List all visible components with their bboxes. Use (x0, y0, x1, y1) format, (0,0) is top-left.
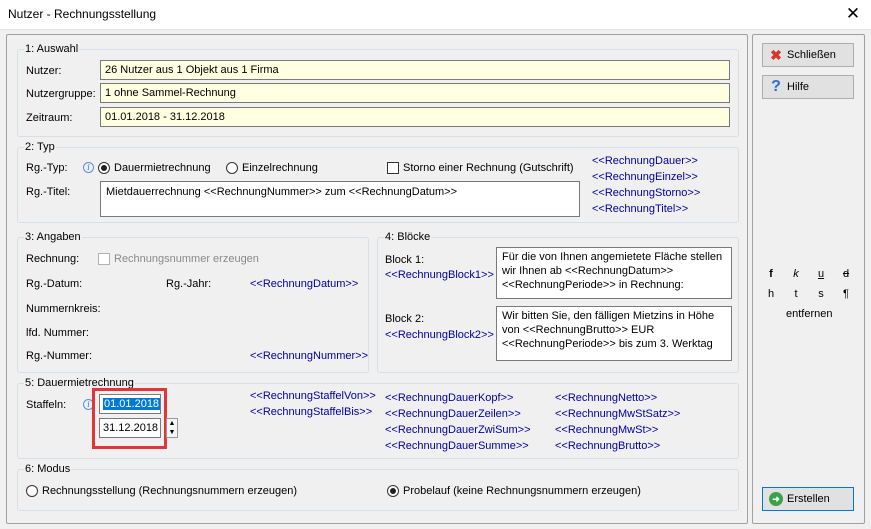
rechnungsnummer-erzeugen-label[interactable]: Rechnungsnummer erzeugen (114, 252, 259, 266)
lfd-nummer-label: lfd. Nummer: (26, 327, 89, 339)
block2-textbox[interactable]: Wir bitten Sie, den fälligen Mietzins in… (496, 306, 732, 361)
block1-textbox[interactable]: Für die von Ihnen angemietete Fläche ste… (496, 247, 732, 299)
tag-rechnung-storno[interactable]: <<RechnungStorno>> (592, 186, 700, 200)
group-label-modus: 6: Modus (24, 463, 72, 475)
tag-netto[interactable]: <<RechnungNetto>> (555, 391, 657, 405)
radio-rechnungsstellung[interactable] (26, 485, 38, 497)
tag-rechnung-block2[interactable]: <<RechnungBlock2>> (385, 328, 494, 342)
radio-probelauf-label[interactable]: Probelauf (keine Rechnungsnummern erzeug… (403, 484, 641, 498)
format-paragraph-icon[interactable]: ¶ (839, 287, 853, 301)
block1-line: <<RechnungPeriode>> in Rechnung: (502, 279, 684, 291)
main-panel: 1: Auswahl Nutzer: 26 Nutzer aus 1 Objek… (6, 34, 748, 524)
tag-staffel-bis[interactable]: <<RechnungStaffelBis>> (250, 405, 372, 419)
rgdatum-label: Rg.-Datum: (26, 278, 83, 290)
zeitraum-field[interactable]: 01.01.2018 - 31.12.2018 (100, 107, 730, 127)
help-button-label: Hilfe (787, 81, 810, 93)
tag-dauer-summe[interactable]: <<RechnungDauerSumme>> (385, 439, 529, 453)
create-button-label: Erstellen (787, 493, 830, 505)
tag-rechnung-nummer[interactable]: <<RechnungNummer>> (250, 349, 368, 363)
radio-dauermietrechnung[interactable] (98, 162, 110, 174)
nutzer-label: Nutzer: (26, 65, 62, 77)
storno-checkbox[interactable] (387, 162, 399, 174)
close-x-icon: ✖ (770, 47, 782, 63)
staffel-date-from[interactable]: 01.01.2018 (99, 394, 161, 414)
tag-rechnung-datum[interactable]: <<RechnungDatum>> (250, 277, 358, 291)
group-angaben: 3: Angaben Rechnung: Rechnungsnummer erz… (17, 231, 369, 373)
info-icon[interactable]: i (83, 162, 94, 173)
group-auswahl: 1: Auswahl Nutzer: 26 Nutzer aus 1 Objek… (17, 43, 739, 137)
rgtitel-field[interactable]: Mietdauerrechnung <<RechnungNummer>> zum… (100, 181, 580, 217)
format-remove-button[interactable]: entfernen (786, 307, 832, 321)
rgjahr-label: Rg.-Jahr: (166, 278, 212, 290)
rgnummer-label: Rg.-Nummer: (26, 350, 93, 362)
staffeln-label: Staffeln: (26, 399, 67, 411)
block2-line: <<RechnungPeriode>> bis zum 3. Werktag (502, 338, 713, 350)
radio-probelauf[interactable] (387, 485, 399, 497)
group-typ: 2: Typ Rg.-Typ: i Dauermietrechnung Einz… (17, 141, 739, 223)
tag-dauer-kopf[interactable]: <<RechnungDauerKopf>> (385, 391, 513, 405)
format-small-icon[interactable]: s (814, 287, 828, 301)
group-label-typ: 2: Typ (24, 141, 56, 153)
tag-staffel-von[interactable]: <<RechnungStaffelVon>> (250, 389, 376, 403)
rechnungsnummer-erzeugen-checkbox[interactable] (98, 253, 110, 265)
tag-dauer-zwisum[interactable]: <<RechnungDauerZwiSum>> (385, 423, 531, 437)
format-strike-icon[interactable]: d (839, 267, 853, 281)
close-icon[interactable]: ✕ (845, 4, 861, 24)
help-icon: ? (771, 78, 781, 95)
side-panel: ✖ Schließen ? Hilfe f k u d h t s ¶ entf… (752, 34, 865, 524)
format-bold-icon[interactable]: f (764, 267, 778, 281)
block2-label: Block 2: (385, 313, 425, 325)
radio-rechnungsstellung-label[interactable]: Rechnungsstellung (Rechnungsnummern erze… (42, 484, 297, 498)
nutzer-field[interactable]: 26 Nutzer aus 1 Objekt aus 1 Firma (100, 60, 730, 80)
title-bar: Nutzer - Rechnungsstellung ✕ (0, 0, 871, 30)
nutzergruppe-field[interactable]: 1 ohne Sammel-Rechnung (100, 83, 730, 103)
staffel-date-to[interactable]: 31.12.2018 (99, 418, 161, 438)
tag-mwst[interactable]: <<RechnungMwSt>> (555, 423, 658, 437)
zeitraum-label: Zeitraum: (26, 112, 73, 124)
tag-mwst-satz[interactable]: <<RechnungMwStSatz>> (555, 407, 680, 421)
nutzergruppe-label: Nutzergruppe: (26, 88, 96, 100)
block2-line: Wir bitten Sie, den fälligen Mietzins in… (502, 310, 715, 322)
tag-rechnung-dauer[interactable]: <<RechnungDauer>> (592, 154, 698, 168)
close-button-label: Schließen (787, 49, 836, 61)
format-subscript-icon[interactable]: t (789, 287, 803, 301)
spin-down-icon[interactable]: ▼ (167, 428, 177, 437)
format-underline-icon[interactable]: u (814, 267, 828, 281)
group-modus: 6: Modus Rechnungsstellung (Rechnungsnum… (17, 463, 739, 511)
spin-up-icon[interactable]: ▲ (167, 419, 177, 428)
rgtyp-label: Rg.-Typ: (26, 162, 68, 174)
window-title: Nutzer - Rechnungsstellung (8, 7, 157, 21)
group-label-bloecke: 4: Blöcke (384, 231, 432, 243)
group-dauermietrechnung: 5: Dauermietrechnung Staffeln: i 01.01.2… (17, 377, 739, 459)
tag-dauer-zeilen[interactable]: <<RechnungDauerZeilen>> (385, 407, 521, 421)
format-superscript-icon[interactable]: h (764, 287, 778, 301)
tag-brutto[interactable]: <<RechnungBrutto>> (555, 439, 660, 453)
help-button[interactable]: ? Hilfe (762, 75, 854, 99)
tag-rechnung-einzel[interactable]: <<RechnungEinzel>> (592, 170, 698, 184)
block1-label: Block 1: (385, 254, 425, 266)
group-bloecke: 4: Blöcke Block 1: <<RechnungBlock1>> Fü… (377, 231, 739, 373)
staffel-spinner[interactable]: ▲ ▼ (166, 418, 178, 438)
create-button[interactable]: ➜ Erstellen (762, 487, 854, 511)
rgtitel-label: Rg.-Titel: (26, 186, 71, 198)
format-italic-icon[interactable]: k (789, 267, 803, 281)
radio-dauermietrechnung-label[interactable]: Dauermietrechnung (114, 161, 211, 175)
arrow-right-icon: ➜ (769, 492, 783, 506)
block1-line: Für die von Ihnen angemietete Fläche ste… (502, 251, 723, 263)
tag-rechnung-titel[interactable]: <<RechnungTitel>> (592, 202, 688, 216)
radio-einzelrechnung-label[interactable]: Einzelrechnung (242, 161, 318, 175)
nummernkreis-label: Nummernkreis: (26, 303, 101, 315)
storno-label[interactable]: Storno einer Rechnung (Gutschrift) (403, 161, 574, 175)
group-label-auswahl: 1: Auswahl (24, 43, 80, 55)
staffel-date-from-text: 01.01.2018 (103, 398, 161, 410)
close-button[interactable]: ✖ Schließen (762, 43, 854, 67)
block2-line: von <<RechnungBrutto>> EUR (502, 324, 655, 336)
staffel-date-to-text: 31.12.2018 (103, 422, 159, 434)
radio-einzelrechnung[interactable] (226, 162, 238, 174)
rechnung-label: Rechnung: (26, 253, 80, 265)
block1-line: wir Ihnen ab <<RechnungDatum>> (502, 265, 674, 277)
group-label-angaben: 3: Angaben (24, 231, 82, 243)
tag-rechnung-block1[interactable]: <<RechnungBlock1>> (385, 268, 494, 282)
